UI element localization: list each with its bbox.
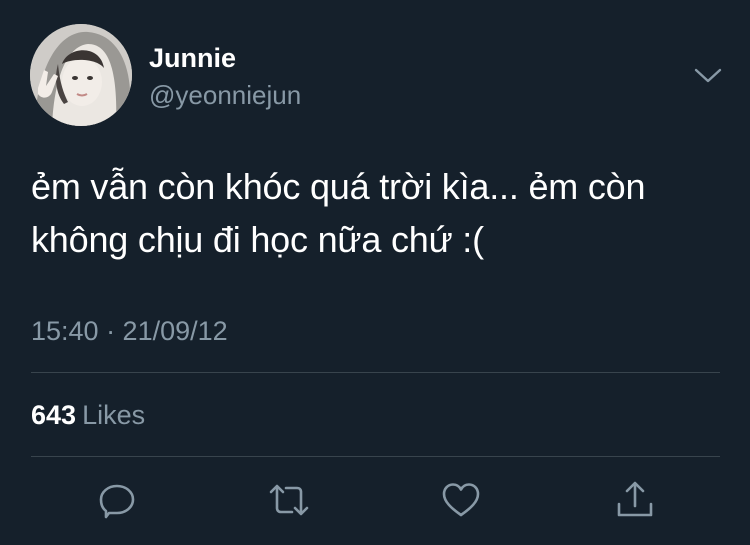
likes-label: Likes: [82, 400, 146, 430]
likes-stat[interactable]: 643 Likes: [31, 397, 145, 433]
author-avatar[interactable]: [30, 24, 132, 126]
retweet-button[interactable]: [267, 478, 311, 522]
reply-button[interactable]: [95, 478, 139, 522]
author-display-name[interactable]: Junnie: [149, 42, 236, 74]
heart-icon: [442, 483, 480, 517]
author-handle[interactable]: @yeonniejun: [149, 79, 301, 111]
like-button[interactable]: [439, 478, 483, 522]
tweet-timestamp[interactable]: 15:40 · 21/09/12: [31, 313, 228, 349]
tweet-text: ẻm vẫn còn khóc quá trời kìa... ẻm còn k…: [31, 166, 646, 260]
share-button[interactable]: [613, 478, 657, 522]
speech-bubble-icon: [99, 484, 135, 519]
more-options-button[interactable]: [690, 58, 726, 94]
chevron-down-icon: [694, 68, 722, 83]
share-upload-icon: [617, 481, 653, 517]
divider: [31, 372, 720, 373]
retweet-arrows-icon: [269, 484, 309, 516]
likes-count: 643: [31, 400, 77, 430]
divider: [31, 456, 720, 457]
user-photo: [30, 24, 132, 126]
